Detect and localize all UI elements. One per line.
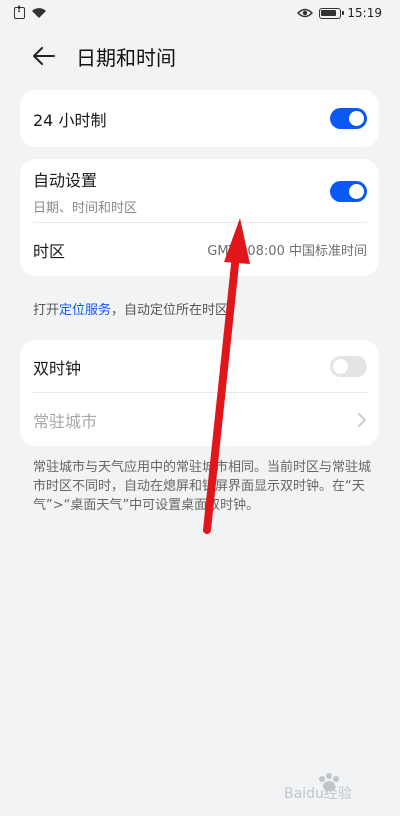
chevron-right-icon — [358, 412, 366, 427]
auto-settings-sub: 日期、时间和时区 — [33, 200, 138, 216]
wifi-icon — [32, 8, 46, 18]
toggle-knob — [349, 111, 364, 126]
status-left — [14, 5, 47, 19]
card-dual-clock: 双时钟 常驻城市 — [20, 340, 379, 446]
row-timezone[interactable]: 时区 GMT+08:00 中国标准时间 — [20, 223, 379, 276]
dual-clock-label: 双时钟 — [33, 358, 82, 378]
timezone-label: 时区 — [33, 241, 66, 261]
row-24-hour[interactable]: 24 小时制 — [20, 90, 379, 147]
toggle-auto-settings[interactable] — [330, 180, 367, 202]
row-24-hour-label: 24 小时制 — [33, 110, 107, 130]
page-title: 日期和时间 — [76, 45, 176, 70]
eye-icon — [297, 8, 314, 18]
hint-suffix: ，自动定位所在时区 — [111, 303, 229, 318]
timezone-value: GMT+08:00 中国标准时间 — [207, 244, 367, 259]
hint-prefix: 打开 — [33, 303, 60, 318]
sim-alert-icon — [14, 5, 25, 19]
status-bar: 15:19 — [0, 0, 400, 26]
toggle-knob — [349, 183, 364, 199]
location-hint: 打开定位服务，自动定位所在时区 — [33, 299, 228, 318]
row-dual-clock[interactable]: 双时钟 — [20, 340, 379, 393]
card-auto-settings: 自动设置 日期、时间和时区 时区 GMT+08:00 中国标准时间 — [20, 159, 379, 276]
baidu-watermark-logo: Baidu经验 — [284, 773, 352, 802]
watermark-text: Baidu经验 — [284, 786, 352, 802]
status-time: 15:19 — [347, 6, 382, 20]
toggle-knob — [333, 359, 348, 374]
location-service-link[interactable]: 定位服务 — [59, 303, 111, 318]
auto-settings-label: 自动设置 — [33, 170, 98, 190]
card-24-hour: 24 小时制 — [20, 90, 379, 147]
toggle-24-hour[interactable] — [330, 108, 367, 129]
battery-icon — [319, 7, 345, 19]
row-auto-settings[interactable]: 自动设置 日期、时间和时区 — [20, 159, 379, 223]
resident-city-label: 常驻城市 — [33, 411, 98, 431]
status-right: 15:19 — [297, 6, 382, 20]
back-arrow-icon[interactable] — [30, 42, 58, 70]
header: 日期和时间 — [0, 36, 400, 76]
dual-clock-footnote: 常驻城市与天气应用中的常驻城市相同。当前时区与常驻城市时区不同时，自动在熄屏和锁… — [33, 460, 372, 513]
auto-settings-text: 自动设置 日期、时间和时区 — [33, 167, 137, 216]
toggle-dual-clock[interactable] — [330, 356, 367, 377]
row-resident-city[interactable]: 常驻城市 — [20, 393, 379, 446]
